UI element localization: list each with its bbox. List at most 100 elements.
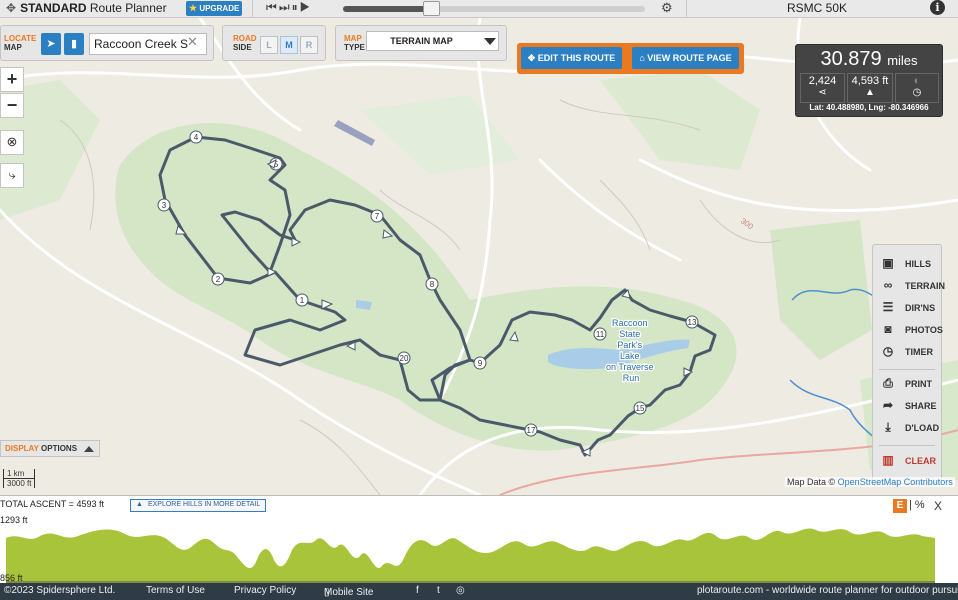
timer-toggle[interactable]: ◐ ◷ (895, 73, 939, 103)
slider-thumb[interactable] (422, 1, 440, 16)
svg-text:17: 17 (527, 426, 536, 435)
star-icon: ★ (189, 3, 198, 13)
play-icon[interactable]: ▶ (300, 0, 313, 14)
map-attribution: Map Data © OpenStreetMap Contributors (785, 477, 955, 487)
display-options-button[interactable]: DISPLAY OPTIONS (0, 440, 100, 457)
instagram-icon[interactable]: ◎ (456, 585, 465, 596)
route-name: RSMC 50K (787, 1, 848, 15)
crosshair-icon: ✥ (6, 1, 17, 15)
route-points-icon: ⤷ (8, 167, 16, 182)
privacy-link[interactable]: Privacy Policy (234, 585, 296, 596)
zoom-in-button[interactable]: + (0, 67, 24, 92)
mile-marker: 20 (397, 351, 411, 365)
playback-slider[interactable] (343, 6, 645, 12)
locate-panel: LOCATE MAP ➤ ▮ Raccoon Creek S ✕ (0, 25, 214, 61)
park-area (600, 70, 760, 170)
upgrade-button[interactable]: ★ UPGRADE (186, 1, 242, 16)
mountain-icon: ▲ (865, 87, 875, 98)
chevron-up-icon (84, 446, 94, 452)
app-title: ✥ STANDARD Route Planner (6, 1, 167, 15)
download-icon: ⤓ (885, 420, 891, 434)
explore-hills-button[interactable]: ▲ EXPLORE HILLS IN MORE DETAIL (130, 499, 267, 512)
image-icon: ▣ (882, 256, 894, 270)
divider (686, 0, 687, 18)
view-route-page-button[interactable]: ⌂ VIEW ROUTE PAGE (632, 47, 739, 69)
svg-text:3: 3 (162, 201, 167, 210)
scale-ft: 3000 ft (3, 478, 36, 488)
road-side-panel: ROAD SIDE L M R (222, 25, 326, 61)
crosshair-icon: ✥ (527, 53, 536, 63)
tool-panel: ▣ HILLS ∞ TERRAIN ☰ DIR'NS ◙ PHOTOS ◷ TIMER ⎙… (872, 244, 945, 484)
road-side-label: ROAD SIDE (233, 34, 257, 52)
svg-text:7: 7 (375, 212, 380, 221)
clock-icon: ◷ (912, 87, 922, 98)
download-button[interactable]: ⤓ D'LOAD (873, 418, 941, 438)
gradient-percent-toggle[interactable]: | % (909, 499, 925, 511)
mile-marker: 13 (685, 315, 699, 329)
map-type-select[interactable]: TERRAIN MAP (366, 31, 499, 51)
edit-route-button[interactable]: ✥ EDIT THIS ROUTE (521, 47, 622, 69)
ascent-total: 4,593 ft ▲ (847, 73, 893, 103)
mile-marker: 8 (425, 277, 439, 291)
gear-icon[interactable]: ⚙ (661, 0, 673, 16)
map-area[interactable]: 300 Raccoon State Park's Lake on Travers… (0, 18, 958, 495)
lat-lng-readout: Lat: 40.488980, Lng: -80.346966 (809, 103, 929, 112)
binoculars-icon: ∞ (883, 278, 893, 292)
mile-marker: 11 (593, 327, 607, 341)
terrain-button[interactable]: ∞ TERRAIN (873, 276, 945, 296)
mile-marker: 15 (633, 401, 647, 415)
location-arrow-button[interactable]: ➤ (41, 33, 61, 55)
svg-text:1: 1 (300, 296, 305, 305)
info-icon[interactable]: i (930, 0, 945, 15)
facebook-icon[interactable]: f (416, 585, 419, 596)
close-elevation-button[interactable]: X (934, 499, 942, 513)
twitter-icon[interactable]: t (437, 585, 440, 596)
zoom-out-button[interactable]: − (0, 93, 24, 118)
divider (879, 445, 935, 446)
timer-button[interactable]: ◷ TIMER (873, 342, 941, 362)
divider (252, 0, 253, 18)
share-button[interactable]: ➦ SHARE (873, 396, 941, 416)
distance-display: 30.879 miles (820, 48, 918, 70)
footer: ©2023 Spidersphere Ltd. Terms of Use Pri… (0, 583, 958, 600)
chevron-down-icon[interactable] (484, 38, 496, 45)
road-number-label: 300 (739, 216, 756, 231)
elevation-max: 1293 ft (0, 515, 28, 525)
camera-icon: ◙ (884, 322, 892, 336)
pond (334, 120, 375, 146)
bookmark-button[interactable]: ▮ (64, 33, 84, 55)
mile-marker: 1 (295, 293, 309, 307)
svg-text:2: 2 (216, 275, 221, 284)
mile-marker: 2 (211, 272, 225, 286)
directions-button[interactable]: ☰ DIR'NS (873, 298, 941, 318)
divider (879, 369, 935, 370)
toggle-icon: ◐ (913, 75, 921, 87)
terms-link[interactable]: Terms of Use (146, 585, 205, 596)
road-side-middle[interactable]: M (280, 36, 298, 54)
route-actions: ✥ EDIT THIS ROUTE ⌂ VIEW ROUTE PAGE (517, 43, 744, 74)
print-button[interactable]: ⎙ PRINT (873, 374, 941, 394)
clock-icon: ◷ (882, 344, 894, 358)
mile-marker: 9 (473, 356, 487, 370)
clear-button[interactable]: ▥ CLEAR (873, 451, 941, 471)
osm-link[interactable]: OpenStreetMap Contributors (838, 477, 953, 487)
measure-icon: ⊗ (6, 134, 18, 149)
print-icon: ⎙ (883, 376, 893, 390)
road-side-left[interactable]: L (260, 36, 278, 54)
route-points-button[interactable]: ⤷ (0, 163, 24, 188)
elevation-min: 856 ft (0, 573, 23, 583)
pause-icon[interactable]: ⏸ (292, 0, 300, 14)
svg-text:4: 4 (194, 133, 199, 142)
x-icon[interactable]: ✕ (187, 34, 198, 50)
elevation-panel: TOTAL ASCENT = 4593 ft ▲ EXPLORE HILLS IN… (0, 495, 958, 584)
measure-button[interactable]: ⊗ (0, 130, 24, 155)
step-icon[interactable]: ⏭ (279, 0, 292, 14)
road-side-right[interactable]: R (300, 36, 318, 54)
svg-text:11: 11 (596, 330, 605, 339)
top-bar: ✥ STANDARD Route Planner ★ UPGRADE ⏮⏭⏸▶ ⚙… (0, 0, 958, 18)
elevation-units-toggle[interactable]: E (893, 499, 907, 513)
playback-controls: ⏮⏭⏸▶ (266, 0, 312, 15)
photos-button[interactable]: ◙ PHOTOS (873, 320, 942, 340)
skip-back-icon[interactable]: ⏮ (266, 0, 279, 14)
hills-button[interactable]: ▣ HILLS (873, 254, 941, 274)
